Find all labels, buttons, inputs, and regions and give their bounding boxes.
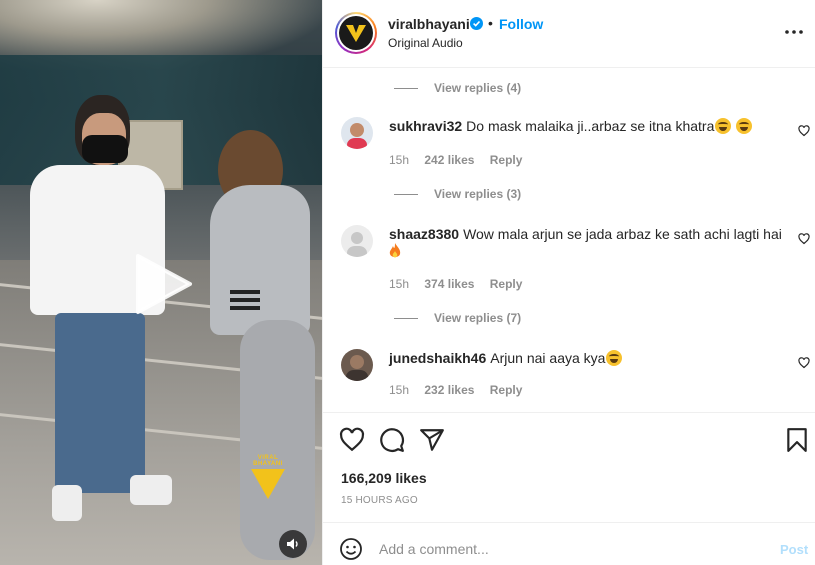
video-person-woman <box>200 130 322 565</box>
comment-text: junedshaikh46 Arjun nai aaya kya <box>389 349 784 367</box>
avatar[interactable] <box>341 349 373 381</box>
view-replies-button[interactable]: View replies (7) <box>394 311 521 325</box>
username-link[interactable]: viralbhayani <box>388 16 470 32</box>
avatar[interactable] <box>341 117 373 149</box>
follow-button[interactable]: Follow <box>499 16 543 32</box>
audio-link[interactable]: Original Audio <box>388 36 463 50</box>
reply-button[interactable]: Reply <box>490 277 523 291</box>
comment-username[interactable]: sukhravi32 <box>389 118 462 134</box>
more-options-icon[interactable] <box>783 22 805 42</box>
post-header: viralbhayani • Follow Original Audio <box>323 0 815 68</box>
comment-time: 15h <box>389 153 410 167</box>
comment-message: Arjun nai aaya kya <box>490 350 606 366</box>
share-icon[interactable] <box>419 427 445 453</box>
play-icon[interactable] <box>132 250 196 318</box>
laughing-emoji-icon <box>736 118 753 134</box>
add-comment-bar: Post <box>323 522 815 565</box>
comment-text: sukhravi32 Do mask malaika ji..arbaz se i… <box>389 117 784 135</box>
comments-list[interactable]: View replies (4) sukhravi32 Do mask malai… <box>323 69 815 412</box>
comment-time: 15h <box>389 277 410 291</box>
likes-count[interactable]: 166,209 likes <box>341 470 427 486</box>
comment-likes[interactable]: 232 likes <box>424 383 474 397</box>
avatar[interactable] <box>335 12 377 54</box>
emoji-icon[interactable] <box>339 537 363 561</box>
comment-message: Do mask malaika ji..arbaz se itna khatra <box>466 118 715 134</box>
view-replies-button[interactable]: View replies (3) <box>394 187 521 201</box>
replies-line <box>394 88 418 90</box>
view-replies-label: View replies (3) <box>434 187 522 201</box>
comment-likes[interactable]: 242 likes <box>424 153 474 167</box>
comment-text: shaaz8380 Wow mala arjun se jada arbaz ke… <box>389 225 784 261</box>
laughing-emoji-icon <box>606 350 623 366</box>
heart-icon[interactable] <box>798 124 810 137</box>
post-actions: 166,209 likes 15 HOURS AGO <box>323 412 815 522</box>
video-watermark: VIRAL BHAYANI <box>248 455 288 499</box>
avatar[interactable] <box>341 225 373 257</box>
bookmark-icon[interactable] <box>784 427 810 453</box>
replies-line <box>394 318 418 320</box>
view-replies-label: View replies (7) <box>434 311 522 325</box>
view-replies-button[interactable]: View replies (4) <box>394 81 521 95</box>
comment-likes[interactable]: 374 likes <box>424 277 474 291</box>
laughing-emoji-icon <box>715 118 732 134</box>
heart-icon[interactable] <box>798 232 810 245</box>
post-timestamp: 15 HOURS AGO <box>341 495 418 506</box>
comment-username[interactable]: shaaz8380 <box>389 226 459 242</box>
comment-meta: 15h 232 likes Reply <box>389 383 534 397</box>
post-panel: viralbhayani • Follow Original Audio Vie… <box>322 0 815 565</box>
heart-icon[interactable] <box>798 356 810 369</box>
comment-input[interactable] <box>379 535 759 563</box>
view-replies-label: View replies (4) <box>434 81 522 95</box>
comment-icon[interactable] <box>379 427 405 453</box>
separator-dot: • <box>488 15 493 31</box>
watermark-logo-icon <box>251 469 285 499</box>
viral-bhayani-logo-icon <box>339 16 373 50</box>
comment-meta: 15h 374 likes Reply <box>389 277 534 291</box>
comment-username[interactable]: junedshaikh46 <box>389 350 486 366</box>
post-button[interactable]: Post <box>780 542 808 557</box>
comment-time: 15h <box>389 383 410 397</box>
speaker-icon[interactable] <box>279 530 307 558</box>
watermark-text: VIRAL BHAYANI <box>253 455 283 467</box>
replies-line <box>394 194 418 196</box>
reply-button[interactable]: Reply <box>490 383 523 397</box>
fire-emoji-icon <box>389 243 401 259</box>
comment-meta: 15h 242 likes Reply <box>389 153 534 167</box>
verified-badge-icon <box>470 17 483 30</box>
comment-message: Wow mala arjun se jada arbaz ke sath ach… <box>463 226 782 242</box>
heart-icon[interactable] <box>339 427 365 453</box>
video-player[interactable]: VIRAL BHAYANI <box>0 0 322 565</box>
reply-button[interactable]: Reply <box>490 153 523 167</box>
